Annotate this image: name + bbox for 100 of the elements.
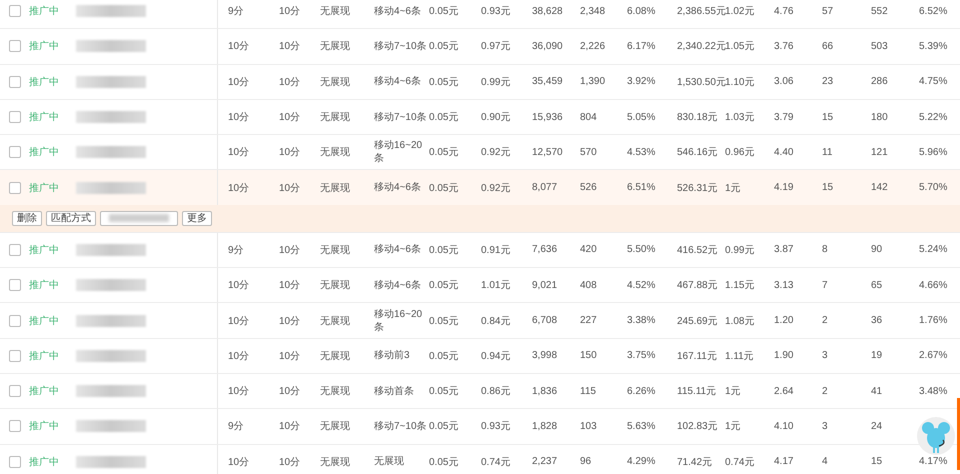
- table-cell-text: 10分: [227, 182, 250, 195]
- table-cell-text: 35,459: [532, 76, 564, 88]
- table-cell-text: 1,390: [580, 76, 606, 88]
- row-checkbox[interactable]: [8, 279, 20, 292]
- row-checkbox[interactable]: [8, 420, 20, 432]
- table-cell-text: 2: [822, 386, 829, 397]
- row-checkbox[interactable]: [8, 40, 20, 52]
- table-cell-text: 1元: [725, 420, 742, 434]
- table-cell-text: 10分: [227, 456, 250, 469]
- table-cell-text: 4: [822, 456, 829, 468]
- table-cell-text: 804: [580, 112, 598, 123]
- table-cell-text: 无展现: [320, 182, 351, 195]
- row-checkbox[interactable]: [8, 456, 20, 468]
- table-cell-text: 0.05元: [429, 5, 460, 18]
- row-checkbox[interactable]: [8, 314, 20, 327]
- table-cell-text: 3.06: [774, 76, 794, 88]
- table-cell-text: 0.05元: [429, 420, 460, 434]
- row-checkbox[interactable]: [8, 385, 20, 398]
- table-cell-text: 4.40: [774, 146, 794, 158]
- redacted-button[interactable]: [100, 210, 178, 226]
- row-checkbox[interactable]: [8, 76, 20, 88]
- table-cell-text: 416.52元: [677, 244, 719, 257]
- action-button[interactable]: 删除: [12, 210, 42, 226]
- table-cell-text: 7,636: [532, 244, 558, 256]
- table-cell-text: 无展现: [320, 111, 351, 124]
- table-cell-text: 3.48%: [919, 386, 948, 397]
- row-checkbox[interactable]: [8, 350, 20, 362]
- table-cell-text: 无展现: [320, 244, 351, 257]
- table-cell-text: 227: [580, 315, 598, 326]
- table-cell-text: 1.90: [774, 350, 794, 362]
- action-button[interactable]: 更多: [182, 210, 212, 226]
- table-cell-text: 0.05元: [429, 244, 460, 257]
- table-cell-text: 9,021: [532, 280, 558, 291]
- table-cell-text: 10分: [279, 456, 302, 469]
- table-cell-text: 1.01元: [481, 279, 512, 292]
- table-cell-text: 无展现: [320, 420, 351, 434]
- row-checkbox[interactable]: [8, 5, 20, 18]
- table-cell-text: 3.76: [774, 40, 794, 52]
- table-cell-text: 570: [580, 146, 598, 158]
- side-tab[interactable]: [957, 398, 960, 470]
- table-cell-text: 1,836: [532, 386, 558, 397]
- table-cell-text: 0.05元: [429, 40, 460, 54]
- table-cell-text: 5.63%: [627, 420, 656, 432]
- table-cell-text: 4.17%: [919, 456, 948, 468]
- table-cell-text: 4.66%: [919, 280, 948, 291]
- table-cell-text: 90: [871, 244, 884, 256]
- table-cell-text: 无展现: [320, 456, 351, 469]
- status-text: 推广中: [29, 314, 60, 328]
- table-cell-text: 0.84元: [481, 314, 512, 328]
- table-cell-text: 3: [822, 350, 829, 362]
- table-cell-text: 10分: [279, 279, 302, 292]
- status-text: 推广中: [29, 182, 60, 195]
- table-cell-text: 0.86元: [481, 385, 512, 398]
- table-cell-text: 无展现: [320, 76, 351, 89]
- table-cell-text: 1.02元: [725, 5, 756, 18]
- table-cell-text: 3.75%: [627, 350, 656, 362]
- table-cell-text: 3.38%: [627, 315, 656, 326]
- table-cell-text: 7: [822, 280, 829, 291]
- table-cell-text: 5.24%: [919, 244, 948, 256]
- table-cell-text: 2,226: [580, 40, 606, 52]
- table-cell-text: 0.92元: [481, 146, 512, 160]
- table-cell-text: 0.05元: [429, 76, 460, 89]
- table-cell-text: 546.16元: [677, 146, 719, 160]
- table-cell-text: 0.05元: [429, 456, 460, 469]
- status-text: 推广中: [29, 244, 60, 257]
- assistant-mascot-icon[interactable]: [916, 416, 956, 456]
- table-cell-text: 10分: [279, 385, 302, 398]
- table-cell-text: 36,090: [532, 40, 564, 52]
- table-cell-text: 150: [580, 350, 598, 362]
- table-cell-text: 0.90元: [481, 111, 512, 124]
- row-checkbox[interactable]: [8, 244, 20, 256]
- table-cell-text: 36: [871, 315, 884, 326]
- table-cell-text: 286: [871, 76, 889, 88]
- status-text: 推广中: [29, 278, 60, 292]
- table-cell-text: 0.05元: [429, 279, 460, 292]
- table-cell-text: 408: [580, 280, 598, 291]
- table-cell-text: 467.88元: [677, 279, 719, 292]
- row-checkbox[interactable]: [8, 146, 20, 158]
- table-cell-text: 0.99元: [725, 244, 756, 257]
- action-button[interactable]: 匹配方式: [46, 210, 96, 226]
- table-cell-text: 移动7~10条: [374, 420, 428, 433]
- table-cell-text: 移动7~10条: [374, 110, 428, 124]
- table-cell-text: 71.42元: [677, 456, 714, 469]
- table-cell-text: 65: [871, 280, 884, 291]
- table-cell-text: 移动7~10条: [374, 40, 428, 53]
- table-cell-text: 1,828: [532, 420, 558, 432]
- table-cell-text: 1.76%: [919, 315, 948, 326]
- table-cell-text: 2,348: [580, 6, 606, 17]
- row-checkbox[interactable]: [8, 182, 20, 194]
- table-cell-text: 0.91元: [481, 244, 512, 257]
- table-cell-text: 10分: [227, 314, 250, 328]
- table-cell-text: 103: [580, 420, 598, 432]
- table-cell-text: 3: [822, 420, 829, 432]
- table-cell-text: 无展现: [320, 314, 351, 328]
- table-cell-text: 10分: [279, 350, 302, 363]
- table-cell-text: 526: [580, 182, 598, 194]
- table-cell-text: 1.15元: [725, 279, 756, 292]
- table-cell-text: 移动4~6条: [374, 243, 422, 256]
- row-checkbox[interactable]: [8, 111, 20, 124]
- table-cell-text: 9分: [227, 420, 245, 434]
